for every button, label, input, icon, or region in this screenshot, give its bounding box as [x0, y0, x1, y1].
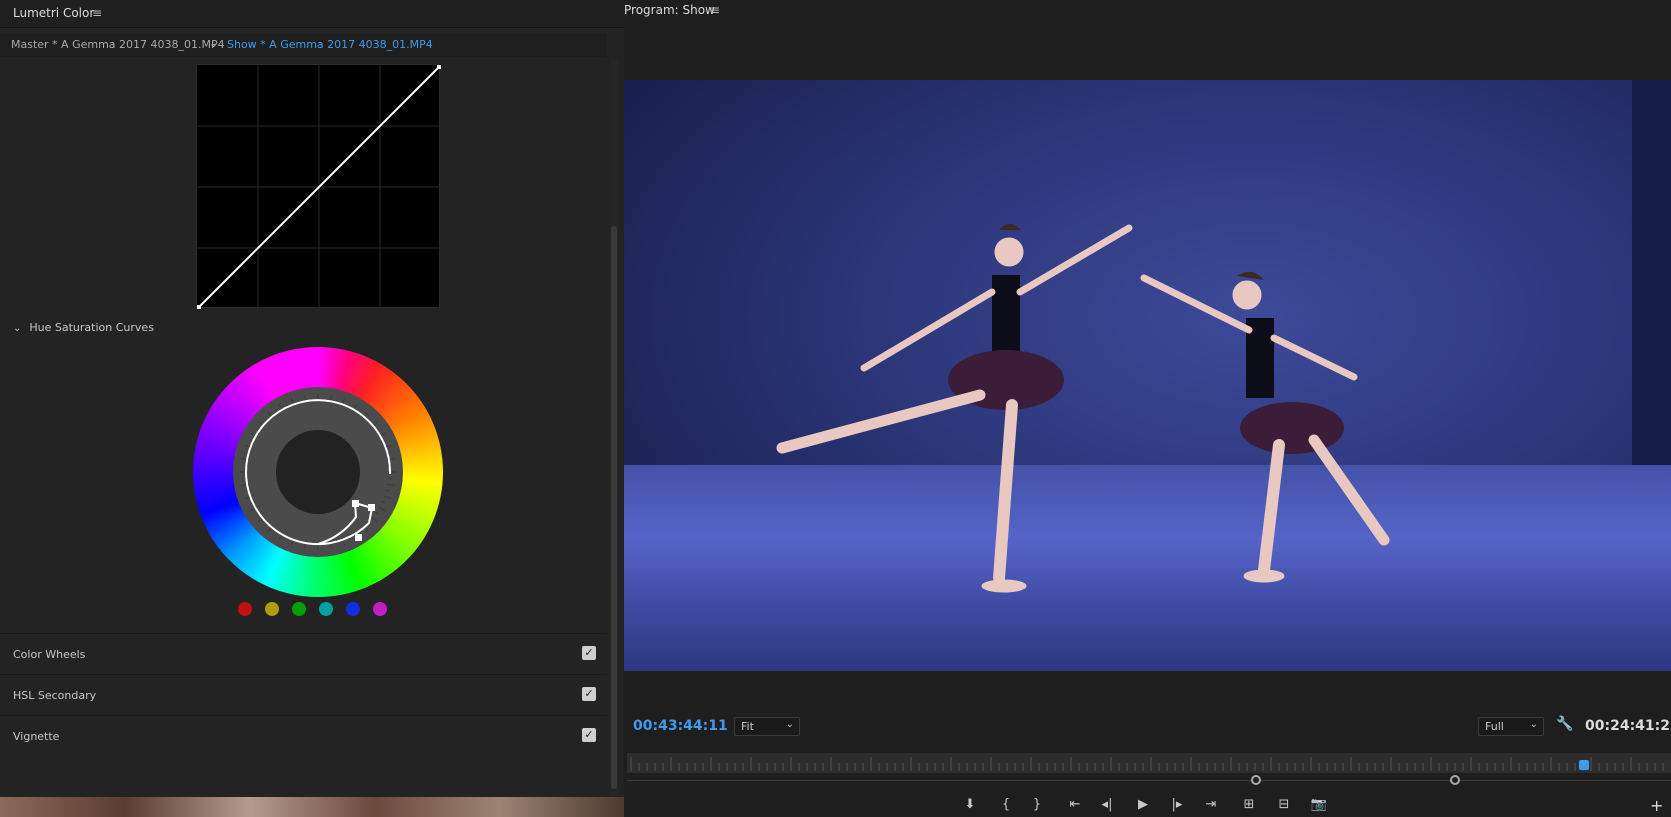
curve-control-point: [355, 534, 362, 541]
curve-svg: [197, 65, 441, 309]
enable-checkbox[interactable]: ✓: [582, 646, 596, 660]
hue-swatch[interactable]: [238, 602, 252, 616]
panel-menu-icon[interactable]: ≡: [710, 3, 720, 17]
range-start-handle[interactable]: [1251, 775, 1261, 785]
section-vignette[interactable]: Vignette ✓: [0, 715, 607, 756]
export-frame-button[interactable]: 📷: [1310, 797, 1328, 813]
hue-saturation-curves-header[interactable]: ⌄ Hue Saturation Curves: [13, 321, 154, 334]
section-color-wheels[interactable]: Color Wheels ✓: [0, 633, 607, 674]
chevron-down-icon[interactable]: ⌄: [13, 323, 21, 334]
program-panel-title[interactable]: Program: Show: [624, 3, 715, 17]
playhead-handle[interactable]: [1579, 760, 1589, 770]
zoom-select[interactable]: Fit ⌄: [734, 717, 800, 736]
dancer-left: [776, 224, 1133, 593]
hue-swatch[interactable]: [292, 602, 306, 616]
enable-checkbox[interactable]: ✓: [582, 687, 596, 701]
lift-button[interactable]: ⊞: [1240, 797, 1258, 813]
show-clip-label[interactable]: Show * A Gemma 2017 4038_01.MP4: [227, 38, 433, 51]
clip-selector-bar: Master * A Gemma 2017 4038_01.MP4 ⌄ Show…: [0, 33, 607, 57]
add-marker-button[interactable]: ⬇: [961, 797, 979, 813]
hue-swatch[interactable]: [373, 602, 387, 616]
background-thumbnail-strip: [0, 797, 624, 817]
hue-sat-curve: [245, 399, 392, 546]
program-tab-bar: Program: Show ≡: [624, 0, 1671, 22]
time-ruler[interactable]: [627, 753, 1671, 773]
panel-menu-icon[interactable]: ≡: [92, 6, 102, 20]
hue-swatch[interactable]: [265, 602, 279, 616]
step-forward-button[interactable]: |▸: [1168, 797, 1186, 813]
resolution-select[interactable]: Full ⌄: [1478, 717, 1544, 736]
extract-button[interactable]: ⊟: [1275, 797, 1293, 813]
hue-curve-overlay: [240, 394, 396, 550]
chevron-down-icon: ⌄: [1529, 719, 1538, 730]
section-hsl-secondary[interactable]: HSL Secondary ✓: [0, 674, 607, 715]
enable-checkbox[interactable]: ✓: [582, 728, 596, 742]
go-to-in-button[interactable]: ⇤: [1066, 797, 1084, 813]
zoom-range-track: [627, 780, 1671, 781]
section-label: HSL Secondary: [13, 689, 97, 702]
section-label: Vignette: [13, 730, 60, 743]
ruler-ticks: [630, 757, 1664, 771]
hue-saturation-wheel[interactable]: [193, 347, 443, 597]
zoom-select-value: Fit: [741, 720, 754, 733]
program-monitor-panel: Program: Show ≡ 00:43:44:11 Fit ⌄ Full ⌄…: [624, 0, 1671, 817]
curve-point-high: [437, 65, 441, 69]
program-video-frame[interactable]: [624, 80, 1671, 671]
chevron-down-icon[interactable]: ⌄: [209, 37, 218, 50]
step-back-button[interactable]: ◂|: [1098, 797, 1116, 813]
curve-control-point: [352, 500, 359, 507]
curve-point-low: [197, 305, 201, 309]
hue-saturation-curves-label: Hue Saturation Curves: [29, 321, 154, 334]
current-timecode[interactable]: 00:43:44:11: [633, 718, 728, 734]
lumetri-color-panel: Lumetri Color ≡ Master * A Gemma 2017 40…: [0, 0, 624, 797]
play-button[interactable]: ▶: [1134, 797, 1152, 813]
section-label: Color Wheels: [13, 648, 86, 661]
transport-controls: ⬇ {} ⇤ ◂| ▶ |▸ ⇥ ⊞ ⊟ 📷: [624, 793, 1671, 817]
dancer-right: [1140, 271, 1390, 583]
lumetri-panel-title[interactable]: Lumetri Color: [13, 6, 94, 20]
mark-in-button[interactable]: {: [997, 797, 1015, 813]
master-clip-label[interactable]: Master * A Gemma 2017 4038_01.MP4: [11, 38, 225, 51]
wrench-icon[interactable]: 🔧: [1556, 716, 1573, 732]
button-editor-add-icon[interactable]: +: [1650, 796, 1663, 815]
panel-scrollbar[interactable]: [611, 226, 617, 789]
mark-out-button[interactable]: }: [1028, 797, 1046, 813]
duration-timecode: 00:24:41:22: [1585, 718, 1671, 734]
lumetri-tab-bar: Lumetri Color ≡: [0, 0, 624, 28]
range-end-handle[interactable]: [1450, 775, 1460, 785]
go-to-out-button[interactable]: ⇥: [1202, 797, 1220, 813]
hue-swatch[interactable]: [319, 602, 333, 616]
dancers-illustration: [776, 224, 1390, 593]
resolution-select-value: Full: [1485, 720, 1504, 733]
chevron-down-icon: ⌄: [785, 719, 794, 730]
curve-control-point: [368, 504, 375, 511]
rgb-curve-graph[interactable]: [196, 64, 441, 309]
hue-swatch[interactable]: [346, 602, 360, 616]
